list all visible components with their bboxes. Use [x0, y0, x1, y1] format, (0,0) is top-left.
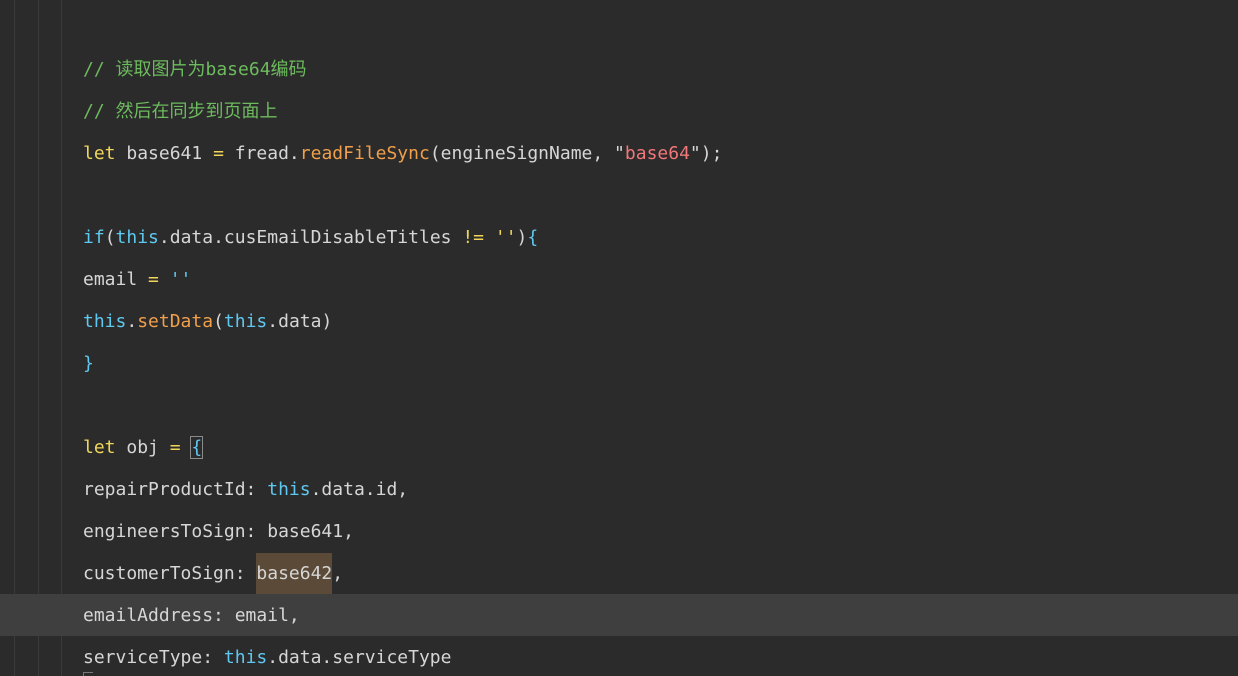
code-token: .data): [267, 311, 333, 332]
code-line[interactable]: serviceType: this.data.serviceType: [0, 636, 1238, 676]
highlighted-token: base642: [256, 553, 333, 595]
code-token: (: [104, 227, 116, 248]
code-token: (engineSignName,: [429, 143, 615, 164]
code-token: .: [126, 311, 138, 332]
code-line[interactable]: [0, 174, 1238, 216]
code-line-text: }: [83, 352, 94, 376]
code-line[interactable]: engineersToSign: base641,: [0, 510, 1238, 552]
code-line[interactable]: }: [0, 342, 1238, 384]
code-token: let: [83, 437, 116, 458]
code-token: }: [83, 353, 94, 374]
code-token: {: [527, 227, 539, 248]
code-line[interactable]: customerToSign: base642,: [0, 552, 1238, 595]
code-token: ");: [689, 143, 723, 164]
code-line-text: // 然后在同步到页面上: [83, 100, 278, 124]
code-token: setData: [137, 311, 214, 332]
code-line-text: emailAddress: email,: [83, 604, 300, 628]
code-line[interactable]: email = '': [0, 258, 1238, 300]
code-line[interactable]: // 然后在同步到页面上: [0, 90, 1238, 132]
code-line-text: email = '': [83, 268, 191, 292]
code-token: '': [494, 227, 517, 248]
code-token: this: [267, 479, 311, 500]
code-line[interactable]: if(this.data.cusEmailDisableTitles != ''…: [0, 216, 1238, 258]
code-token: fread.: [223, 143, 300, 164]
code-line-text: this.setData(this.data): [83, 310, 332, 334]
code-editor[interactable]: // 读取图片为base64编码 // 然后在同步到页面上 let base641 …: [0, 0, 1238, 676]
code-line[interactable]: let obj = {: [0, 426, 1238, 468]
code-line[interactable]: [0, 6, 1238, 48]
code-token: this: [223, 311, 268, 332]
code-line-text: let obj = {: [83, 436, 204, 460]
code-token: =: [169, 437, 181, 458]
code-line[interactable]: [0, 384, 1238, 426]
code-token: base641: [115, 143, 214, 164]
code-token: readFileSync: [299, 143, 430, 164]
code-token: (: [213, 311, 224, 332]
code-token: customerToSign:: [83, 563, 257, 584]
code-line-text: customerToSign: base642,: [83, 553, 344, 595]
code-token: base64: [624, 143, 690, 164]
code-token: repairProductId:: [83, 479, 268, 500]
code-token: ": [614, 143, 625, 164]
code-line-text: engineersToSign: base641,: [83, 520, 354, 544]
code-line[interactable]: this.setData(this.data): [0, 300, 1238, 342]
code-token: !=: [462, 227, 485, 248]
code-line[interactable]: let base641 = fread.readFileSync(engineS…: [0, 132, 1238, 174]
text-cursor: [83, 672, 93, 676]
code-token: engineersToSign: base641,: [83, 521, 354, 542]
current-code-line[interactable]: emailAddress: email,: [0, 594, 1238, 636]
code-token: .data.id,: [310, 479, 409, 500]
code-token: this: [83, 311, 127, 332]
code-token: // 读取图片为base64编码: [83, 59, 307, 80]
code-token: .data.cusEmailDisableTitles: [158, 227, 463, 248]
code-token: =: [213, 143, 224, 164]
matched-brace: {: [190, 436, 204, 459]
code-token: if: [83, 227, 105, 248]
code-token: obj: [115, 437, 170, 458]
code-token: // 然后在同步到页面上: [83, 101, 278, 122]
code-token: emailAddress: email,: [83, 605, 300, 626]
code-line-text: repairProductId: this.data.id,: [83, 478, 408, 502]
code-token: let: [83, 143, 116, 164]
code-token: ): [516, 227, 528, 248]
code-token: email: [83, 269, 149, 290]
code-token: ,: [332, 563, 344, 584]
code-line[interactable]: repairProductId: this.data.id,: [0, 468, 1238, 510]
code-token: this: [115, 227, 159, 248]
code-token: serviceType:: [83, 647, 224, 668]
code-line-text: // 读取图片为base64编码: [83, 58, 307, 82]
code-token: =: [148, 269, 159, 290]
code-line-text: if(this.data.cusEmailDisableTitles != ''…: [83, 226, 538, 250]
code-line[interactable]: // 读取图片为base64编码: [0, 48, 1238, 90]
code-line-text: let base641 = fread.readFileSync(engineS…: [83, 142, 722, 166]
code-token: '': [169, 269, 192, 290]
code-line-text: serviceType: this.data.serviceType: [83, 646, 451, 670]
code-token: this: [223, 647, 268, 668]
code-token: .data.serviceType: [267, 647, 452, 668]
